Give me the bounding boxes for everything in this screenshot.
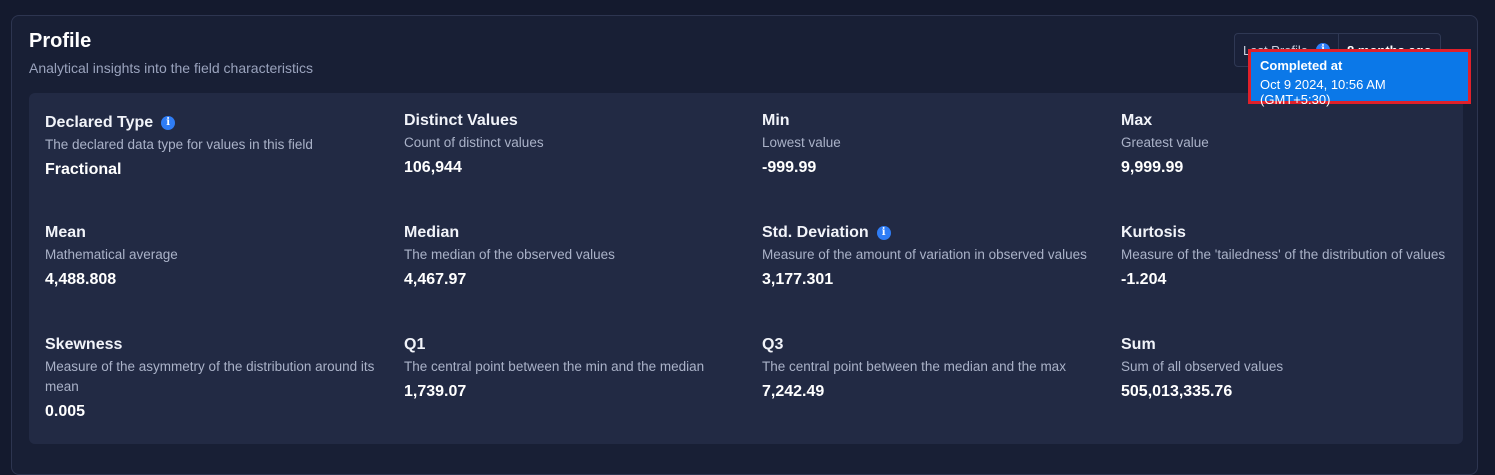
metric-value: 9,999.99 <box>1121 159 1184 176</box>
completed-at-tooltip: Completed at Oct 9 2024, 10:56 AM (GMT+5… <box>1248 49 1471 107</box>
metric-name: Skewness <box>45 336 123 353</box>
metric-mean: Mean Mathematical average 4,488.808 <box>45 223 375 289</box>
metric-q1: Q1 The central point between the min and… <box>404 335 734 401</box>
metric-name: Q1 <box>404 336 426 353</box>
metric-description: Lowest value <box>762 135 841 150</box>
metric-std-deviation: Std. Deviation i Measure of the amount o… <box>762 223 1092 289</box>
metric-skewness: Skewness Measure of the asymmetry of the… <box>45 335 375 421</box>
metric-kurtosis: Kurtosis Measure of the 'tailedness' of … <box>1121 223 1451 289</box>
metric-value: 7,242.49 <box>762 383 825 400</box>
page-subtitle: Analytical insights into the field chara… <box>29 60 314 76</box>
tooltip-title: Completed at <box>1260 58 1343 73</box>
metric-name: Q3 <box>762 336 784 353</box>
metric-min: Min Lowest value -999.99 <box>762 111 1092 177</box>
metric-median: Median The median of the observed values… <box>404 223 734 289</box>
metric-q3: Q3 The central point between the median … <box>762 335 1092 401</box>
metric-max: Max Greatest value 9,999.99 <box>1121 111 1451 177</box>
metric-name: Median <box>404 224 460 241</box>
info-icon[interactable]: i <box>876 226 891 240</box>
tooltip-value: Oct 9 2024, 10:56 AM (GMT+5:30) <box>1260 77 1386 107</box>
metric-name-wrap: Std. Deviation i <box>762 223 1092 243</box>
metric-description: Measure of the amount of variation in ob… <box>762 247 1087 262</box>
metric-description: Greatest value <box>1121 135 1209 150</box>
metric-value: 1,739.07 <box>404 383 467 400</box>
metric-description: Measure of the 'tailedness' of the distr… <box>1121 247 1446 262</box>
metric-description: Sum of all observed values <box>1121 359 1284 374</box>
metric-value: -999.99 <box>762 159 817 176</box>
metric-description: The central point between the median and… <box>762 359 1066 374</box>
metric-declared-type: Declared Type i The declared data type f… <box>45 113 375 179</box>
metric-name: Min <box>762 112 790 129</box>
metric-value: 4,488.808 <box>45 271 117 288</box>
metric-distinct-values: Distinct Values Count of distinct values… <box>404 111 734 177</box>
metric-name: Max <box>1121 112 1153 129</box>
metric-value: 505,013,335.76 <box>1121 383 1233 400</box>
metric-name: Sum <box>1121 336 1156 353</box>
metric-sum: Sum Sum of all observed values 505,013,3… <box>1121 335 1451 401</box>
metric-value: 3,177.301 <box>762 271 834 288</box>
metric-description: Measure of the asymmetry of the distribu… <box>45 359 375 394</box>
metric-name: Mean <box>45 224 86 241</box>
page-title: Profile <box>29 30 92 52</box>
metric-value: Fractional <box>45 161 122 178</box>
metrics-panel: Declared Type i The declared data type f… <box>29 93 1463 444</box>
metric-description: Count of distinct values <box>404 135 544 150</box>
metric-name: Kurtosis <box>1121 224 1186 241</box>
metric-name-wrap: Declared Type i <box>45 113 375 133</box>
metric-name: Std. Deviation <box>762 224 869 241</box>
metric-name: Declared Type <box>45 114 154 131</box>
metric-value: 4,467.97 <box>404 271 467 288</box>
metric-value: 0.005 <box>45 403 86 420</box>
metric-value: -1.204 <box>1121 271 1167 288</box>
metric-value: 106,944 <box>404 159 462 176</box>
info-icon[interactable]: i <box>161 116 176 130</box>
metric-name: Distinct Values <box>404 112 518 129</box>
metric-description: The declared data type for values in thi… <box>45 137 313 152</box>
metric-description: The median of the observed values <box>404 247 615 262</box>
metric-description: Mathematical average <box>45 247 178 262</box>
metric-description: The central point between the min and th… <box>404 359 705 374</box>
